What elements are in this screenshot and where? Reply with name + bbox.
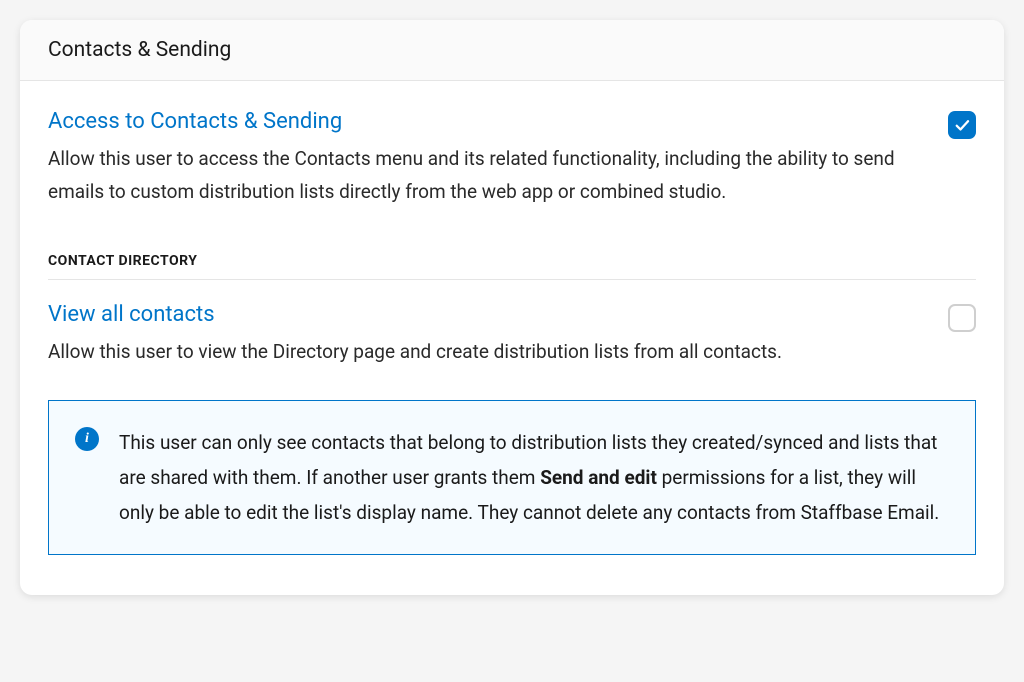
setting-text: View all contacts Allow this user to vie… [48, 302, 928, 368]
card-body: Access to Contacts & Sending Allow this … [20, 81, 1004, 595]
sub-section-directory: View all contacts Allow this user to vie… [48, 302, 976, 556]
info-text: This user can only see contacts that bel… [119, 425, 949, 530]
checkbox-access-contacts[interactable] [948, 111, 976, 139]
setting-description-view-all: Allow this user to view the Directory pa… [48, 335, 928, 368]
setting-view-all-contacts: View all contacts Allow this user to vie… [48, 302, 976, 368]
settings-card: Contacts & Sending Access to Contacts & … [20, 20, 1004, 595]
setting-text: Access to Contacts & Sending Allow this … [48, 109, 928, 209]
section-label-directory: CONTACT DIRECTORY [48, 253, 976, 280]
check-icon [953, 116, 971, 134]
card-header: Contacts & Sending [20, 20, 1004, 81]
setting-access-contacts: Access to Contacts & Sending Allow this … [48, 109, 976, 209]
info-icon: i [75, 427, 99, 451]
info-text-bold: Send and edit [540, 466, 657, 489]
setting-description-access: Allow this user to access the Contacts m… [48, 142, 928, 209]
info-box: i This user can only see contacts that b… [48, 400, 976, 555]
setting-title-view-all: View all contacts [48, 302, 928, 327]
card-title: Contacts & Sending [48, 38, 976, 62]
setting-title-access: Access to Contacts & Sending [48, 109, 928, 134]
section-divider: CONTACT DIRECTORY [48, 253, 976, 280]
checkbox-view-all-contacts[interactable] [948, 304, 976, 332]
